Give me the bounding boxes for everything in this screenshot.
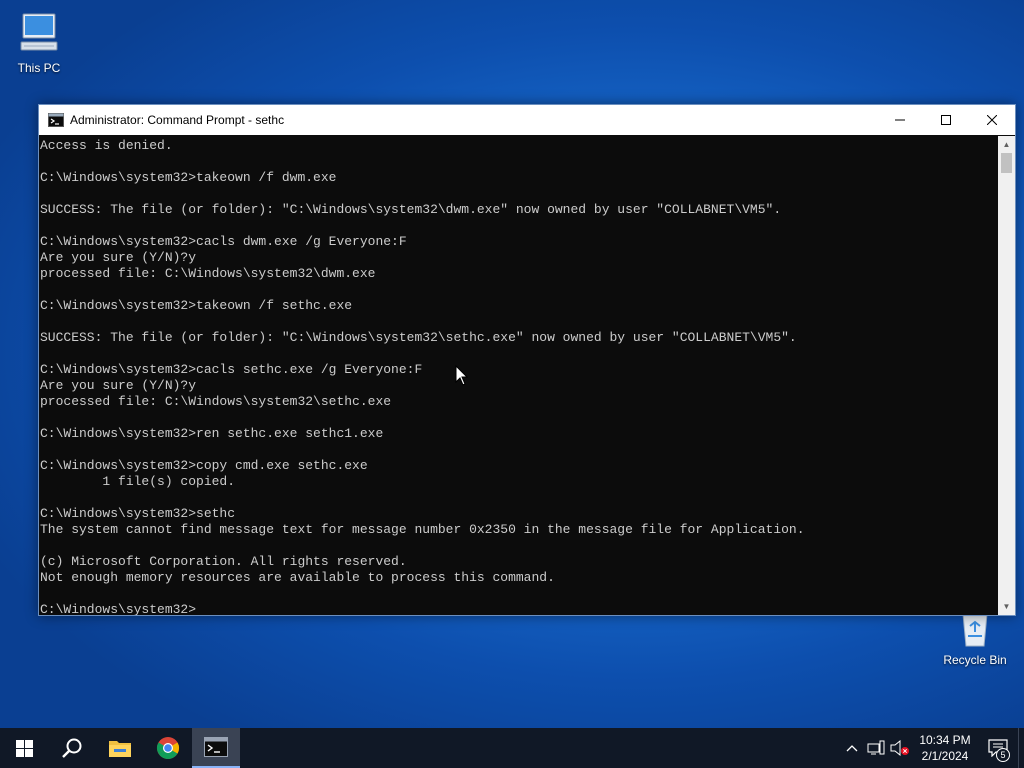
console-line: (c) Microsoft Corporation. All rights re… <box>40 554 407 569</box>
volume-muted-icon <box>890 740 909 756</box>
window-title: Administrator: Command Prompt - sethc <box>70 113 285 127</box>
notification-count-badge: 5 <box>996 748 1010 762</box>
close-button[interactable] <box>969 105 1015 135</box>
scroll-down-arrow-icon[interactable]: ▼ <box>998 598 1015 615</box>
network-tray-button[interactable] <box>864 728 888 768</box>
start-button[interactable] <box>0 728 48 768</box>
show-desktop-button[interactable] <box>1018 728 1024 768</box>
command-prompt-window[interactable]: Administrator: Command Prompt - sethc Ac… <box>38 104 1016 616</box>
console-output[interactable]: Access is denied. C:\Windows\system32>tak… <box>39 136 1000 615</box>
console-line: SUCCESS: The file (or folder): "C:\Windo… <box>40 330 797 345</box>
volume-tray-button[interactable] <box>888 728 912 768</box>
minimize-button[interactable] <box>877 105 923 135</box>
cmd-app-icon <box>48 113 64 127</box>
maximize-icon <box>941 115 951 125</box>
console-line: Not enough memory resources are availabl… <box>40 570 555 585</box>
search-button[interactable] <box>48 728 96 768</box>
console-line: C:\Windows\system32> <box>40 602 197 615</box>
recycle-bin-label: Recycle Bin <box>943 653 1007 667</box>
network-icon <box>867 740 885 755</box>
vertical-scrollbar[interactable]: ▲ ▼ <box>998 136 1015 615</box>
close-icon <box>987 115 997 125</box>
taskbar-clock[interactable]: 10:34 PM 2/1/2024 <box>912 732 978 764</box>
console-line: SUCCESS: The file (or folder): "C:\Windo… <box>40 202 782 217</box>
console-line: C:\Windows\system32>copy cmd.exe sethc.e… <box>40 458 368 473</box>
console-line: Are you sure (Y/N)?y <box>40 378 197 393</box>
console-line: processed file: C:\Windows\system32\dwm.… <box>40 266 376 281</box>
console-line: C:\Windows\system32>sethc <box>40 506 236 521</box>
show-hidden-icons-button[interactable] <box>840 728 864 768</box>
recycle-bin-desktop-icon[interactable]: Recycle Bin <box>937 612 1013 667</box>
console-line: C:\Windows\system32>takeown /f sethc.exe <box>40 298 353 313</box>
system-tray: 10:34 PM 2/1/2024 5 <box>840 728 1024 768</box>
mouse-pointer-icon <box>455 365 469 386</box>
console-line: Are you sure (Y/N)?y <box>40 250 197 265</box>
chrome-icon <box>157 737 179 759</box>
computer-icon <box>20 13 58 51</box>
taskbar-chrome[interactable] <box>144 728 192 768</box>
console-line: C:\Windows\system32>cacls sethc.exe /g E… <box>40 362 423 377</box>
recycle-bin-icon <box>962 613 988 647</box>
console-line: C:\Windows\system32>cacls dwm.exe /g Eve… <box>40 234 407 249</box>
console-line: Access is denied. <box>40 138 173 153</box>
taskbar-file-explorer[interactable] <box>96 728 144 768</box>
taskbar-command-prompt[interactable] <box>192 728 240 768</box>
scroll-thumb[interactable] <box>1001 153 1012 173</box>
console-line: 1 file(s) copied. <box>40 474 236 489</box>
taskbar: 10:34 PM 2/1/2024 5 <box>0 728 1024 768</box>
chevron-up-icon <box>846 745 858 752</box>
clock-date: 2/1/2024 <box>921 749 969 763</box>
maximize-button[interactable] <box>923 105 969 135</box>
console-line: C:\Windows\system32>ren sethc.exe sethc1… <box>40 426 384 441</box>
window-titlebar[interactable]: Administrator: Command Prompt - sethc <box>39 105 1015 135</box>
console-line: processed file: C:\Windows\system32\seth… <box>40 394 392 409</box>
console-line: The system cannot find message text for … <box>40 522 805 537</box>
clock-time: 10:34 PM <box>919 733 971 747</box>
minimize-icon <box>895 119 905 121</box>
search-icon <box>62 738 82 758</box>
cmd-icon <box>204 737 228 757</box>
action-center-button[interactable]: 5 <box>978 728 1018 768</box>
this-pc-desktop-icon[interactable]: This PC <box>1 10 77 75</box>
scroll-up-arrow-icon[interactable]: ▲ <box>998 136 1015 153</box>
this-pc-label: This PC <box>17 61 61 75</box>
folder-icon <box>109 741 131 757</box>
windows-logo-icon <box>15 739 33 757</box>
console-line: C:\Windows\system32>takeown /f dwm.exe <box>40 170 337 185</box>
